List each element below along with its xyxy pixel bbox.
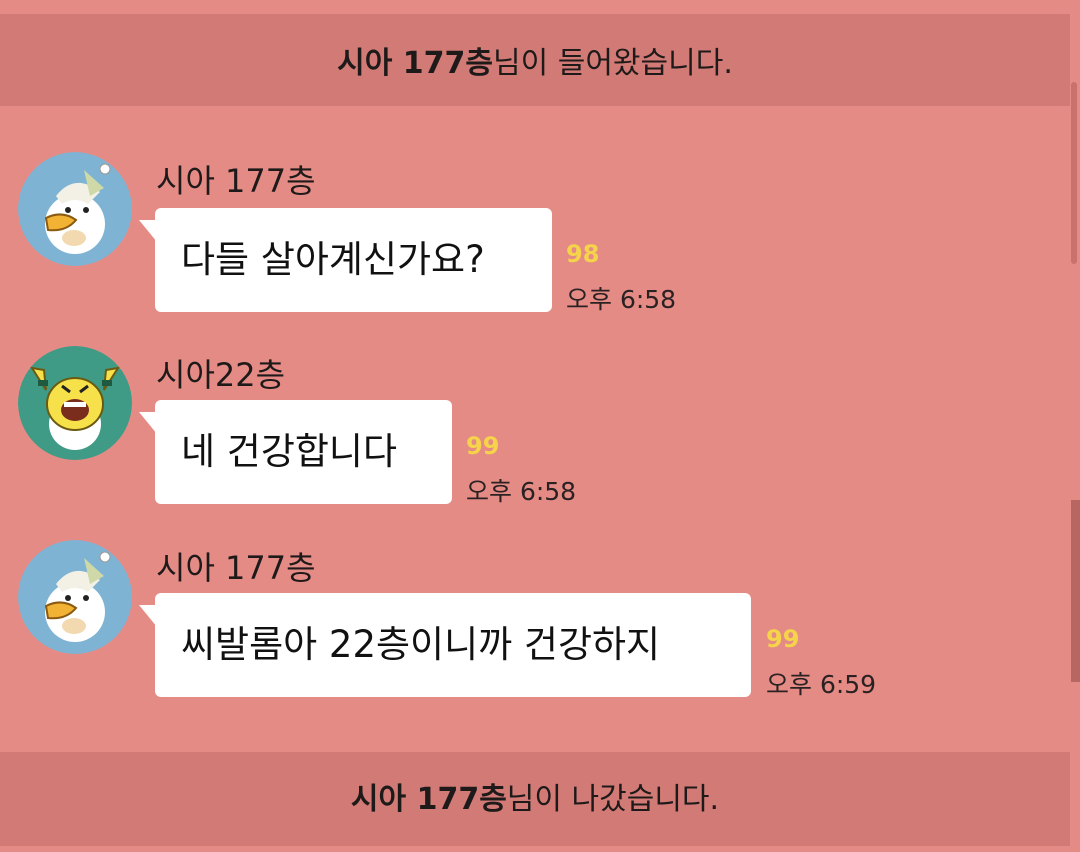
ryan-chick-icon — [18, 540, 132, 654]
message-time: 오후 6:58 — [466, 477, 577, 506]
leave-notice: 시아 177층님이 나갔습니다. — [0, 752, 1070, 846]
scrollbar-thumb[interactable] — [1071, 500, 1080, 682]
sender-avatar[interactable] — [18, 540, 132, 654]
sender-name[interactable]: 시아22층 — [156, 350, 285, 396]
message-time: 오후 6:58 — [566, 285, 677, 314]
message-bubble[interactable]: 네 건강합니다 — [139, 400, 452, 504]
leave-notice-text: 님이 나갔습니다. — [506, 782, 720, 817]
ryan-chick-icon — [18, 152, 132, 266]
message-time: 오후 6:59 — [766, 670, 877, 699]
message-bubble[interactable]: 씨발롬아 22층이니까 건강하지 — [139, 593, 751, 697]
enter-notice-name: 시아 177층 — [337, 46, 493, 81]
unread-count: 99 — [466, 432, 500, 460]
sender-name[interactable]: 시아 177층 — [156, 543, 316, 589]
unread-count: 98 — [566, 240, 600, 268]
enter-notice-text: 님이 들어왔습니다. — [493, 46, 733, 81]
sender-avatar[interactable] — [18, 152, 132, 266]
leave-notice-name: 시아 177층 — [350, 782, 507, 817]
message-bubble[interactable]: 다들 살아계신가요? — [139, 208, 552, 312]
muzi-cheering-icon — [18, 346, 132, 460]
scrollbar-track[interactable] — [1071, 82, 1077, 264]
chat-screen: 시아 177층님이 들어왔습니다. 시아 177층 다들 살아계신가요? 98 … — [0, 0, 1080, 852]
sender-name[interactable]: 시아 177층 — [156, 156, 316, 202]
unread-count: 99 — [766, 625, 800, 653]
sender-avatar[interactable] — [18, 346, 132, 460]
enter-notice: 시아 177층님이 들어왔습니다. — [0, 14, 1070, 106]
